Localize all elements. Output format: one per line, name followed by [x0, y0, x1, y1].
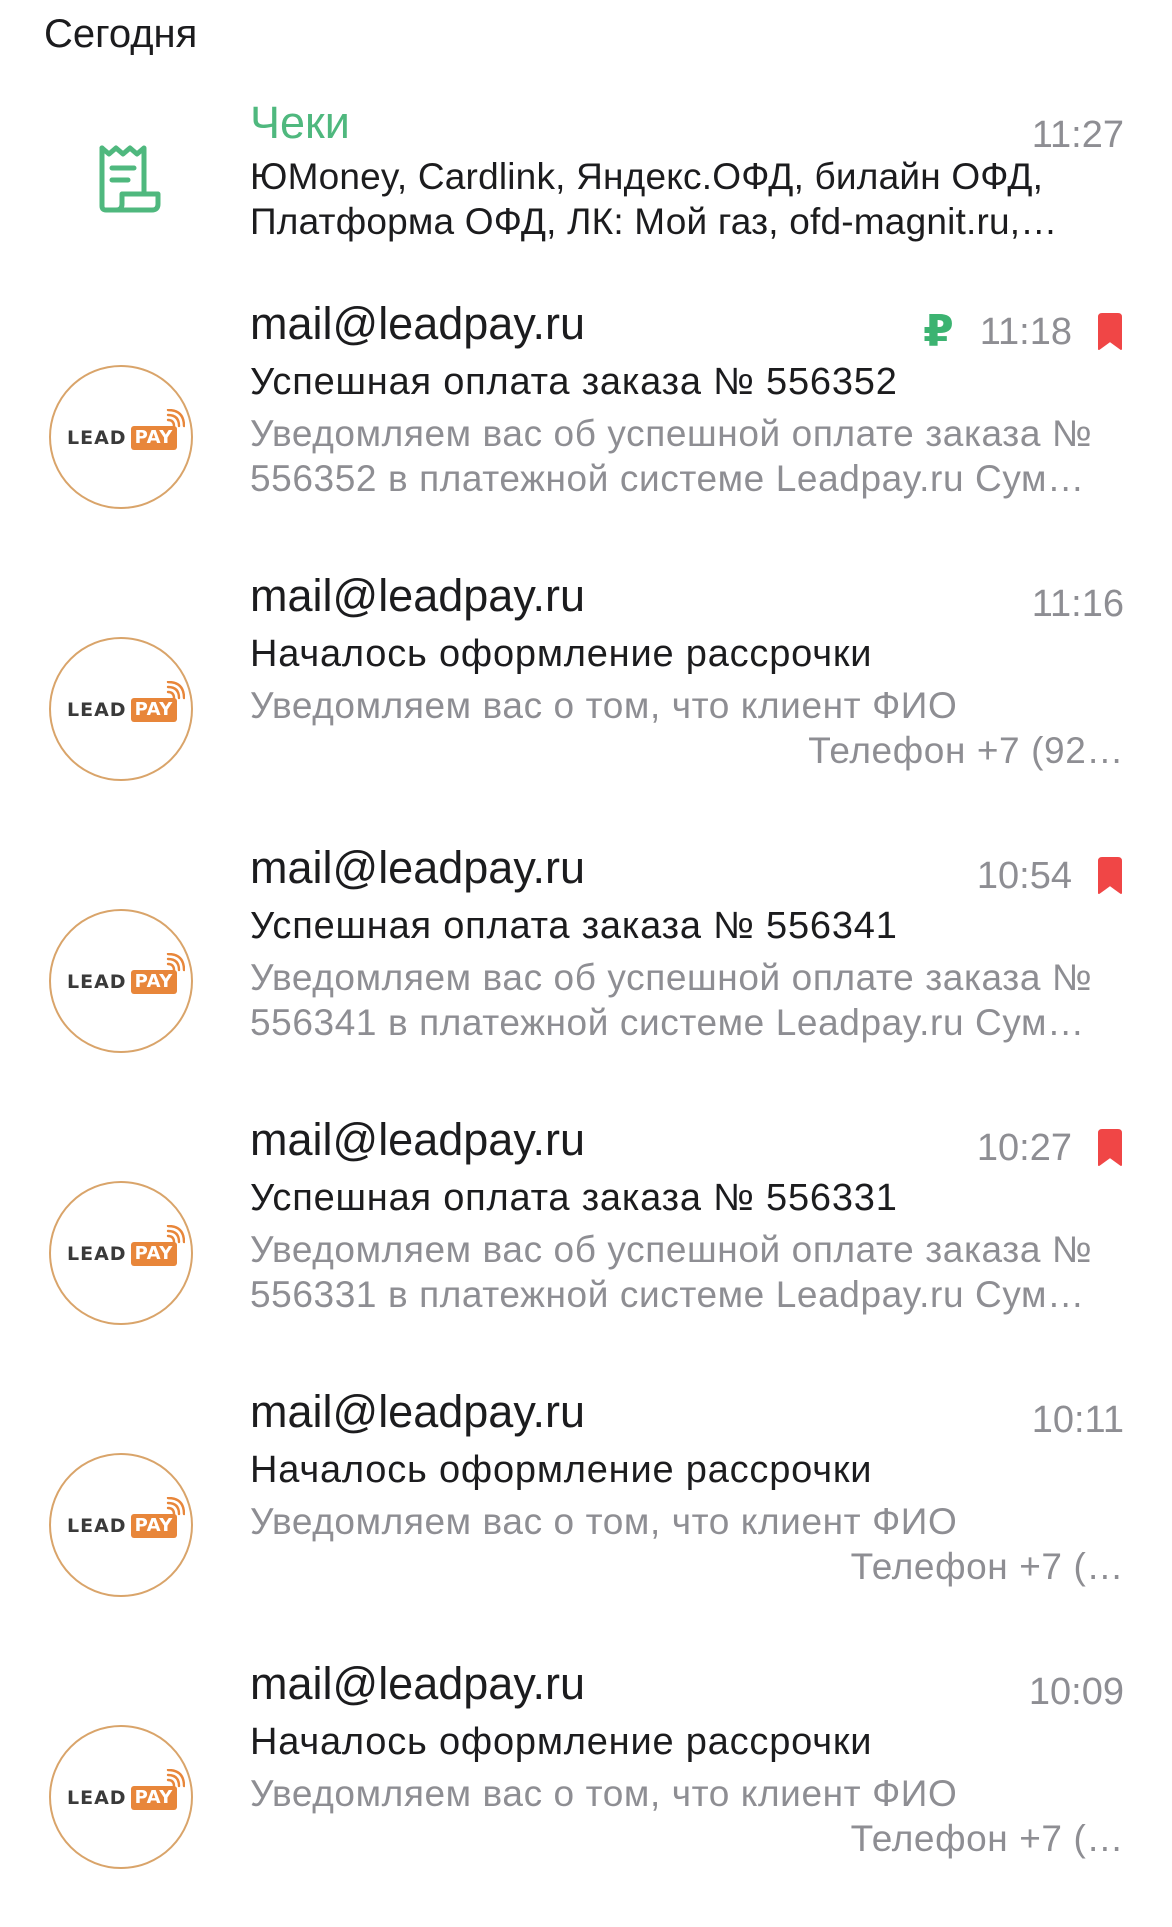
preview-line: Уведомляем вас об успешной оплате заказа…: [250, 1229, 1093, 1270]
logo-pay-text: PAY: [130, 970, 177, 994]
mail-preview: Уведомляем вас о том, что клиент ФИО Тел…: [250, 1499, 1124, 1589]
signal-icon: [166, 1497, 185, 1516]
mail-preview: Уведомляем вас об успешной оплате заказа…: [250, 1227, 1124, 1317]
bookmark-icon[interactable]: [1096, 313, 1124, 351]
mail-sender: mail@leadpay.ru: [250, 570, 585, 621]
mail-meta: ₽ 11:18: [923, 305, 1124, 359]
mail-meta: 10:54: [977, 849, 1124, 903]
bookmark-icon[interactable]: [1096, 1129, 1124, 1167]
logo-pay-text: PAY: [130, 426, 177, 450]
mail-time: 11:18: [979, 311, 1072, 353]
mail-time: 10:11: [1031, 1399, 1124, 1441]
preview-line: 556352 в платежной системе Leadpay.ru Су…: [250, 458, 1085, 499]
leadpay-logo: LEAD PAY: [67, 423, 177, 453]
mail-sender: mail@leadpay.ru: [250, 1114, 585, 1165]
receipts-group-item[interactable]: Чеки 11:27 ЮMoney, Cardlink, Яндекс.ОФД,…: [0, 90, 1172, 295]
preview-line: Уведомляем вас о том, что клиент ФИО: [250, 685, 958, 726]
mail-preview: Уведомляем вас об успешной оплате заказа…: [250, 955, 1124, 1045]
mail-subject: Началось оформление рассрочки: [250, 1721, 873, 1763]
logo-lead-text: LEAD: [67, 427, 127, 449]
preview-line: Платформа ОФД, ЛК: Мой газ, ofd-magnit.r…: [250, 201, 1058, 242]
signal-icon: [166, 681, 185, 700]
logo-lead-text: LEAD: [67, 1243, 127, 1265]
mail-item[interactable]: LEAD PAY mail@leadpay.ru 10:11 Началось …: [0, 1383, 1172, 1655]
preview-line: Телефон +7 (…: [850, 1546, 1124, 1587]
logo-pay-text: PAY: [130, 1786, 177, 1810]
mail-time: 10:27: [976, 1127, 1072, 1169]
mail-time: 10:09: [1028, 1671, 1124, 1713]
signal-icon: [166, 409, 185, 428]
mail-subject: Успешная оплата заказа № 556352: [250, 361, 898, 403]
mail-item[interactable]: LEAD PAY mail@leadpay.ru 10:09 Началось …: [0, 1655, 1172, 1927]
mail-item[interactable]: LEAD PAY mail@leadpay.ru 10:54 Успешная …: [0, 839, 1172, 1111]
logo-pay-text: PAY: [130, 1514, 177, 1538]
mail-subject: Началось оформление рассрочки: [250, 633, 873, 675]
logo-lead-text: LEAD: [67, 1787, 127, 1809]
leadpay-logo: LEAD PAY: [67, 695, 177, 725]
mail-item[interactable]: LEAD PAY mail@leadpay.ru 10:27 Успешная …: [0, 1111, 1172, 1383]
leadpay-avatar: LEAD PAY: [49, 1181, 193, 1325]
mail-subject: Началось оформление рассрочки: [250, 1449, 873, 1491]
mail-time: 10:54: [976, 855, 1072, 897]
leadpay-avatar: LEAD PAY: [49, 365, 193, 509]
receipts-sender: Чеки: [250, 97, 350, 148]
leadpay-avatar: LEAD PAY: [49, 1725, 193, 1869]
logo-pay-text: PAY: [130, 698, 177, 722]
signal-icon: [166, 1225, 185, 1244]
preview-line: 556341 в платежной системе Leadpay.ru Су…: [250, 1002, 1085, 1043]
mail-sender: mail@leadpay.ru: [250, 842, 585, 893]
receipt-icon: [96, 142, 162, 214]
mail-time: 11:16: [1031, 583, 1124, 625]
mail-subject: Успешная оплата заказа № 556341: [250, 905, 898, 947]
logo-lead-text: LEAD: [67, 971, 127, 993]
mail-list: Чеки 11:27 ЮMoney, Cardlink, Яндекс.ОФД,…: [0, 90, 1172, 1927]
mail-sender: mail@leadpay.ru: [250, 1658, 585, 1709]
mail-item[interactable]: LEAD PAY mail@leadpay.ru ₽ 11:18 Успешна…: [0, 295, 1172, 567]
ruble-icon: ₽: [923, 307, 954, 356]
preview-line: Уведомляем вас об успешной оплате заказа…: [250, 413, 1093, 454]
preview-line: Уведомляем вас о том, что клиент ФИО: [250, 1773, 958, 1814]
mail-preview: Уведомляем вас об успешной оплате заказа…: [250, 411, 1124, 501]
preview-line: 556331 в платежной системе Leadpay.ru Су…: [250, 1274, 1085, 1315]
leadpay-logo: LEAD PAY: [67, 1783, 177, 1813]
mail-meta: 10:09: [1029, 1665, 1124, 1719]
preview-line: Уведомляем вас о том, что клиент ФИО: [250, 1501, 958, 1542]
logo-lead-text: LEAD: [67, 1515, 127, 1537]
leadpay-avatar: LEAD PAY: [49, 909, 193, 1053]
mail-meta: 10:11: [1032, 1393, 1124, 1447]
leadpay-avatar: LEAD PAY: [49, 1453, 193, 1597]
bookmark-icon[interactable]: [1096, 857, 1124, 895]
leadpay-logo: LEAD PAY: [67, 1239, 177, 1269]
receipts-preview: ЮMoney, Cardlink, Яндекс.ОФД, билайн ОФД…: [250, 154, 1124, 244]
mail-meta: 11:16: [1032, 577, 1124, 631]
preview-line: Телефон +7 (92…: [808, 730, 1124, 771]
mail-sender: mail@leadpay.ru: [250, 1386, 585, 1437]
mail-meta: 10:27: [977, 1121, 1124, 1175]
preview-line: Уведомляем вас об успешной оплате заказа…: [250, 957, 1093, 998]
mail-subject: Успешная оплата заказа № 556331: [250, 1177, 898, 1219]
section-header-today: Сегодня: [44, 12, 198, 56]
signal-icon: [166, 1769, 185, 1788]
mail-preview: Уведомляем вас о том, что клиент ФИО Тел…: [250, 683, 1124, 773]
preview-line: Телефон +7 (…: [850, 1818, 1124, 1859]
preview-line: ЮMoney, Cardlink, Яндекс.ОФД, билайн ОФД…: [250, 156, 1044, 197]
signal-icon: [166, 953, 185, 972]
mail-preview: Уведомляем вас о том, что клиент ФИО Тел…: [250, 1771, 1124, 1861]
logo-pay-text: PAY: [130, 1242, 177, 1266]
mail-item[interactable]: LEAD PAY mail@leadpay.ru 11:16 Началось …: [0, 567, 1172, 839]
leadpay-logo: LEAD PAY: [67, 1511, 177, 1541]
leadpay-logo: LEAD PAY: [67, 967, 177, 997]
leadpay-avatar: LEAD PAY: [49, 637, 193, 781]
mail-sender: mail@leadpay.ru: [250, 298, 585, 349]
logo-lead-text: LEAD: [67, 699, 127, 721]
